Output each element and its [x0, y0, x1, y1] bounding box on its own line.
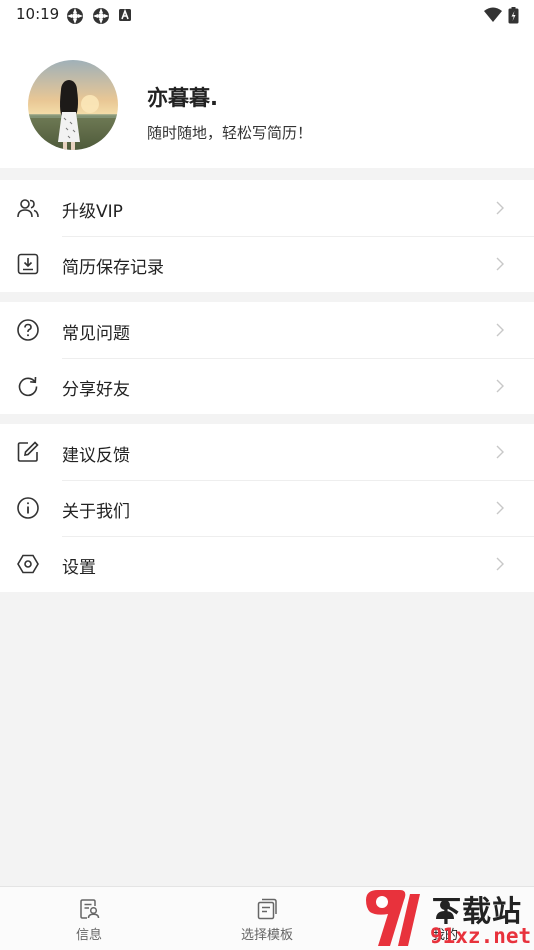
app-notification-icon-2 — [93, 8, 109, 24]
menu-group-help: 常见问题 分享好友 — [0, 302, 534, 414]
profile-header: 亦暮暮. 随时随地，轻松写简历！ — [0, 30, 534, 168]
app-notification-icon — [67, 8, 83, 24]
menu-item-label: 建议反馈 — [62, 446, 130, 466]
menu-item-feedback[interactable]: 建议反馈 — [0, 424, 534, 480]
info-card-icon — [80, 899, 100, 919]
menu-item-upgrade-vip[interactable]: 升级VIP — [0, 180, 534, 236]
chevron-right-icon — [496, 257, 504, 271]
tab-label: 选择模板 — [240, 928, 293, 943]
watermark: 下载站 91xz.net — [360, 886, 534, 950]
avatar[interactable] — [28, 60, 118, 150]
watermark-url: 91xz.net — [430, 924, 532, 948]
menu-item-resume-save-records[interactable]: 简历保存记录 — [0, 236, 534, 292]
chevron-right-icon — [496, 557, 504, 571]
chevron-right-icon — [496, 201, 504, 215]
menu-item-settings[interactable]: 设置 — [0, 536, 534, 592]
profile-nickname: 亦暮暮. — [147, 86, 218, 110]
chevron-right-icon — [496, 445, 504, 459]
menu-item-label: 关于我们 — [62, 502, 130, 522]
menu-item-about-us[interactable]: 关于我们 — [0, 480, 534, 536]
menu-group-account: 升级VIP 简历保存记录 — [0, 180, 534, 292]
chevron-right-icon — [496, 323, 504, 337]
menu-item-share-friends[interactable]: 分享好友 — [0, 358, 534, 414]
battery-icon — [508, 7, 519, 24]
menu-item-faq[interactable]: 常见问题 — [0, 302, 534, 358]
settings-icon — [17, 554, 39, 574]
chevron-right-icon — [496, 501, 504, 515]
help-icon — [17, 319, 39, 341]
tab-label: 信息 — [75, 928, 102, 943]
status-time: 10:19 — [16, 5, 60, 23]
menu-group-misc: 建议反馈 关于我们 设置 — [0, 424, 534, 592]
wifi-icon — [484, 7, 502, 22]
status-bar: 10:19 — [0, 0, 534, 30]
menu-item-label: 常见问题 — [62, 324, 130, 344]
download-icon — [17, 253, 39, 275]
profile-slogan: 随时随地，轻松写简历！ — [147, 124, 313, 142]
template-icon — [257, 898, 277, 920]
keyboard-notification-icon — [119, 8, 131, 21]
menu-item-label: 分享好友 — [62, 380, 130, 400]
menu-item-label: 简历保存记录 — [62, 258, 164, 278]
refresh-icon — [18, 376, 38, 397]
chevron-right-icon — [496, 379, 504, 393]
tab-choose-template[interactable]: 选择模板 — [207, 887, 327, 950]
edit-icon — [17, 441, 39, 462]
menu-item-label: 设置 — [62, 558, 96, 578]
tab-info[interactable]: 信息 — [29, 887, 149, 950]
menu-item-label: 升级VIP — [62, 202, 123, 222]
info-icon — [17, 497, 39, 519]
users-icon — [17, 199, 39, 218]
